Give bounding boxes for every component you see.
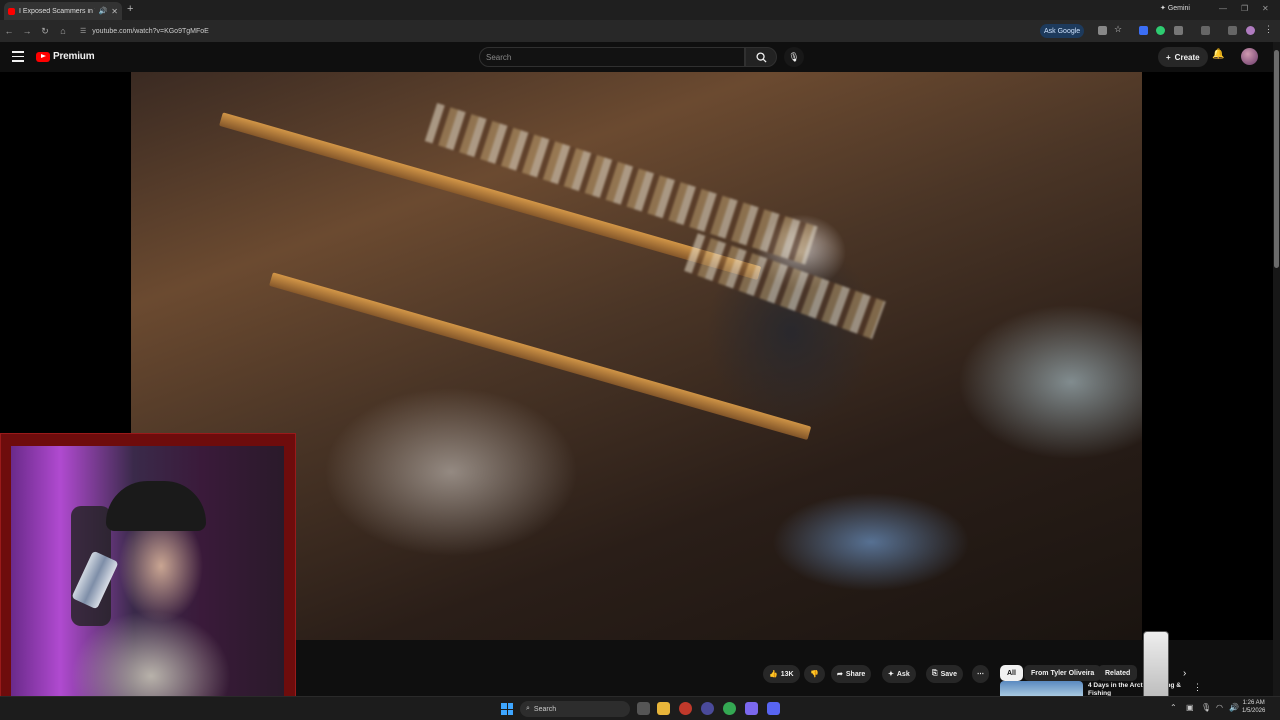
app-icon[interactable]: [701, 702, 714, 715]
plus-icon: +: [1166, 52, 1171, 62]
windows-taskbar: ⌕ Search ⌃ ▣ 🎙 ◠ 🔊 1:26 AM 1/5/2026: [0, 696, 1280, 720]
taskbar-search[interactable]: ⌕ Search: [520, 701, 630, 717]
browser-menu-icon[interactable]: ⋮: [1264, 24, 1273, 34]
site-info-icon[interactable]: ☰: [80, 27, 86, 35]
ask-google-label: Ask Google: [1044, 27, 1081, 35]
windows-start-icon[interactable]: [501, 703, 513, 715]
logo-text: Premium: [53, 51, 95, 62]
extension-icon[interactable]: [1139, 26, 1148, 35]
minimize-icon[interactable]: —: [1219, 4, 1227, 13]
search-placeholder: Search: [486, 52, 512, 62]
hamburger-menu-icon[interactable]: [12, 51, 24, 65]
thumbs-down-icon: 👎: [810, 671, 819, 678]
more-actions-button[interactable]: ⋯: [972, 665, 989, 683]
chrome-icon[interactable]: [723, 702, 736, 715]
create-label: Create: [1174, 52, 1200, 62]
more-horizontal-icon: ⋯: [977, 671, 984, 678]
close-window-icon[interactable]: ✕: [1262, 4, 1269, 13]
bookmark-icon: ⎘: [932, 670, 938, 677]
dislike-button[interactable]: 👎: [804, 665, 825, 683]
clock-time: 1:26 AM: [1242, 700, 1265, 706]
search-button[interactable]: [745, 47, 777, 67]
profile-avatar-icon[interactable]: [1246, 26, 1255, 35]
gemini-label: Gemini: [1167, 5, 1190, 12]
share-button[interactable]: ➦ Share: [831, 665, 872, 683]
new-tab-button[interactable]: +: [127, 3, 133, 15]
save-label: Save: [940, 670, 957, 678]
chevron-right-icon[interactable]: ›: [1183, 668, 1186, 679]
beanie-graphic: [106, 481, 206, 531]
create-button[interactable]: + Create: [1158, 47, 1208, 67]
search-input[interactable]: Search: [479, 47, 745, 67]
install-app-icon[interactable]: [1098, 26, 1107, 35]
chip-related[interactable]: Related: [1098, 665, 1138, 681]
account-avatar[interactable]: [1241, 48, 1258, 65]
address-bar-row: ← → ↻ ⌂ ☰ youtube.com/watch?v=KGo9TgMFoE…: [0, 20, 1280, 42]
more-vertical-icon[interactable]: ⋮: [1193, 682, 1202, 693]
speaker-icon[interactable]: 🔊: [99, 7, 108, 15]
app-icon[interactable]: [745, 702, 758, 715]
task-view-icon[interactable]: [637, 702, 650, 715]
tray-chevron-icon[interactable]: ⌃: [1170, 703, 1177, 712]
clock-date: 1/5/2026: [1242, 708, 1266, 714]
chip-all[interactable]: All: [1000, 665, 1023, 681]
discord-icon[interactable]: [767, 702, 780, 715]
tab-title: I Exposed Scammers in Tok: [19, 7, 95, 15]
recommended-video-thumbnail[interactable]: [1000, 681, 1083, 696]
like-count: 13K: [780, 670, 794, 678]
bookmark-star-icon[interactable]: ☆: [1114, 24, 1123, 34]
notifications-bell-icon[interactable]: 🔔: [1212, 49, 1224, 60]
downloads-icon[interactable]: [1228, 26, 1237, 35]
taskbar-search-label: Search: [533, 705, 557, 713]
like-button[interactable]: 👍 13K: [763, 665, 800, 683]
url-field[interactable]: ☰ youtube.com/watch?v=KGo9TgMFoE: [80, 24, 1030, 38]
file-explorer-icon[interactable]: [657, 702, 670, 715]
youtube-logo[interactable]: Premium: [36, 51, 95, 62]
floating-app-icon[interactable]: [1143, 631, 1169, 701]
reload-icon[interactable]: ↻: [36, 26, 54, 37]
extension-icon[interactable]: [1156, 26, 1165, 35]
browser-tab[interactable]: I Exposed Scammers in Tok 🔊 ✕: [4, 2, 122, 20]
ask-button[interactable]: ✦ Ask: [882, 665, 916, 683]
search-icon: ⌕: [526, 705, 530, 712]
gemini-button[interactable]: ✦ Gemini: [1160, 4, 1190, 12]
back-icon[interactable]: ←: [0, 26, 18, 36]
chip-from-channel[interactable]: From Tyler Oliveira: [1024, 665, 1102, 681]
browser-tabstrip: I Exposed Scammers in Tok 🔊 ✕ + ✦ Gemini…: [0, 0, 1280, 20]
share-label: Share: [845, 670, 866, 678]
wifi-icon[interactable]: ◠: [1216, 703, 1223, 712]
sparkle-icon: ✦: [888, 671, 894, 678]
share-arrow-icon: ➦: [837, 671, 843, 678]
search-icon: [755, 51, 767, 63]
voice-search-button[interactable]: 🎙: [784, 47, 804, 67]
ask-google-button[interactable]: Ask Google: [1040, 24, 1085, 38]
ask-label: Ask: [896, 670, 910, 678]
microphone-tray-icon[interactable]: 🎙: [1201, 703, 1211, 712]
close-tab-icon[interactable]: ✕: [111, 7, 118, 16]
youtube-favicon-icon: [8, 7, 15, 15]
youtube-header: Premium Search 🎙 + Create 🔔: [0, 42, 1280, 72]
extensions-puzzle-icon[interactable]: [1174, 26, 1183, 35]
app-icon[interactable]: [679, 702, 692, 715]
forward-icon[interactable]: →: [18, 26, 36, 36]
thumbs-up-icon: 👍: [769, 671, 778, 678]
save-button[interactable]: ⎘ Save: [926, 665, 963, 683]
volume-icon[interactable]: 🔊: [1229, 703, 1239, 712]
shelf-graphic: [269, 272, 812, 441]
taskbar-clock[interactable]: 1:26 AM 1/5/2026: [1242, 699, 1265, 715]
home-icon[interactable]: ⌂: [54, 26, 72, 36]
scrollbar-thumb[interactable]: [1274, 50, 1279, 268]
youtube-play-icon: [36, 51, 50, 62]
restore-icon[interactable]: ❐: [1241, 4, 1248, 13]
url-text: youtube.com/watch?v=KGo9TgMFoE: [92, 27, 209, 35]
sidepanel-icon[interactable]: [1201, 26, 1210, 35]
microphone-icon: 🎙: [788, 51, 800, 62]
tray-app-icon[interactable]: ▣: [1186, 703, 1194, 712]
